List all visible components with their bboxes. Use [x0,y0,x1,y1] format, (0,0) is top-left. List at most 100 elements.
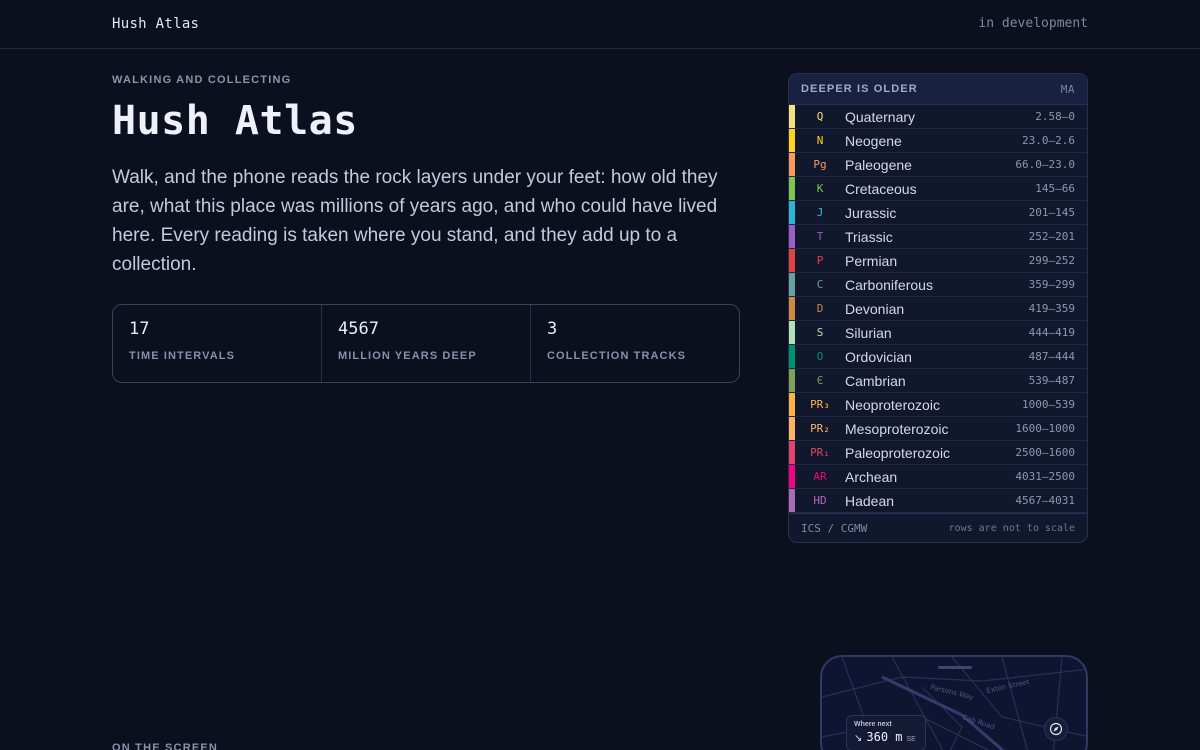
timescale-row[interactable]: PR₂ Mesoproterozoic 1600–1000 [789,417,1087,441]
phone-mockup: Parsons Way Exton Street Cab Road Where … [820,655,1088,750]
compass-icon[interactable] [1044,717,1068,741]
stat-time-intervals: 17 TIME INTERVALS [113,305,322,382]
stat-value: 3 [547,319,558,339]
timescale-row[interactable]: O Ordovician 487–444 [789,345,1087,369]
timescale-row[interactable]: C Carboniferous 359–299 [789,273,1087,297]
period-code: PR₁ [810,446,830,459]
period-name: Hadean [845,492,895,509]
panel-footer: ICS / CGMW rows are not to scale [789,513,1087,542]
period-range: 66.0–23.0 [1015,158,1075,171]
panel-header: DEEPER IS OLDER MA [789,74,1087,105]
geologic-timescale-panel: DEEPER IS OLDER MA Q Quaternary 2.58–0 N Neo… [788,73,1088,543]
stat-label: COLLECTION TRACKS [547,350,687,362]
period-name: Permian [845,252,898,269]
period-name: Paleoproterozoic [845,444,951,461]
timescale-row[interactable]: S Silurian 444–419 [789,321,1087,345]
period-code: Pg [813,158,827,171]
timescale-row[interactable]: Q Quaternary 2.58–0 [789,105,1087,129]
page-title: Hush Atlas [112,98,358,144]
stats-card: 17 TIME INTERVALS 4567 MILLION YEARS DEE… [112,304,740,383]
timescale-row[interactable]: N Neogene 23.0–2.6 [789,129,1087,153]
period-code: S [816,326,824,339]
period-code: N [816,134,824,147]
period-code: T [816,230,824,243]
timescale-rows: Q Quaternary 2.58–0 N Neogene 23.0–2.6 Pg Paleo… [789,105,1087,513]
stat-collection-tracks: 3 COLLECTION TRACKS [531,305,739,382]
period-code: Q [816,110,824,123]
period-name: Archean [845,468,898,485]
period-range: 1000–539 [1022,398,1075,411]
period-name: Carboniferous [845,276,933,293]
period-code: PR₂ [810,422,830,435]
period-code: P [816,254,824,267]
panel-title: DEEPER IS OLDER [801,83,918,95]
period-name: Mesoproterozoic [845,420,949,437]
period-range: 419–359 [1028,302,1075,315]
period-range: 4031–2500 [1015,470,1075,483]
section-label: ON THE SCREEN [112,742,219,750]
period-range: 539–487 [1028,374,1075,387]
period-code: O [816,350,824,363]
phone-speaker [938,666,972,669]
timescale-row[interactable]: Pg Paleogene 66.0–23.0 [789,153,1087,177]
timescale-row[interactable]: P Permian 299–252 [789,249,1087,273]
stat-label: TIME INTERVALS [129,350,236,362]
direction-arrow-icon: ↘ [854,733,863,744]
where-next-row: ↘ 360 m SE [854,730,918,744]
period-range: 145–66 [1035,182,1075,195]
period-code: AR [813,470,827,483]
period-name: Paleogene [845,156,912,173]
brand-name[interactable]: Hush Atlas [112,16,199,32]
where-next-card[interactable]: Where next ↘ 360 m SE [846,715,926,750]
period-range: 201–145 [1028,206,1075,219]
status-text: in development [978,16,1088,31]
stat-value: 17 [129,319,150,339]
period-code: C [816,278,824,291]
timescale-row[interactable]: PR₃ Neoproterozoic 1000–539 [789,393,1087,417]
period-code: HD [813,494,827,507]
period-name: Cretaceous [845,180,917,197]
period-code: PR₃ [810,398,830,411]
where-next-label: Where next [854,721,892,728]
timescale-row[interactable]: T Triassic 252–201 [789,225,1087,249]
stat-label: MILLION YEARS DEEP [338,350,477,362]
panel-unit: MA [1060,82,1075,96]
period-name: Jurassic [845,204,897,221]
period-range: 2.58–0 [1035,110,1075,123]
top-bar: Hush Atlas in development [0,0,1200,49]
timescale-row[interactable]: Є Cambrian 539–487 [789,369,1087,393]
timescale-row[interactable]: J Jurassic 201–145 [789,201,1087,225]
period-range: 299–252 [1028,254,1075,267]
period-name: Ordovician [845,348,912,365]
period-range: 487–444 [1028,350,1075,363]
hero-description: Walk, and the phone reads the rock layer… [112,167,718,275]
period-range: 444–419 [1028,326,1075,339]
period-name: Silurian [845,324,892,341]
period-code: Є [816,374,824,387]
distance-value: 360 m [866,730,903,744]
period-name: Devonian [845,300,905,317]
direction-value: SE [906,736,916,743]
period-name: Neogene [845,132,902,149]
period-code: K [816,182,824,195]
timescale-row[interactable]: PR₁ Paleoproterozoic 2500–1600 [789,441,1087,465]
hero-kicker: WALKING AND COLLECTING [112,74,292,86]
compass-icon [1049,722,1063,736]
scale-note: rows are not to scale [948,523,1075,534]
period-range: 1600–1000 [1015,422,1075,435]
period-range: 4567–4031 [1015,494,1075,507]
period-name: Triassic [845,228,893,245]
source-note: ICS / CGMW [801,522,868,535]
period-name: Quaternary [845,108,916,125]
period-code: J [816,206,824,219]
timescale-row[interactable]: D Devonian 419–359 [789,297,1087,321]
period-range: 2500–1600 [1015,446,1075,459]
timescale-row[interactable]: AR Archean 4031–2500 [789,465,1087,489]
timescale-row[interactable]: K Cretaceous 145–66 [789,177,1087,201]
period-range: 252–201 [1028,230,1075,243]
period-name: Cambrian [845,372,906,389]
stat-million-years: 4567 MILLION YEARS DEEP [322,305,531,382]
period-code: D [816,302,824,315]
period-name: Neoproterozoic [845,396,940,413]
timescale-row[interactable]: HD Hadean 4567–4031 [789,489,1087,513]
